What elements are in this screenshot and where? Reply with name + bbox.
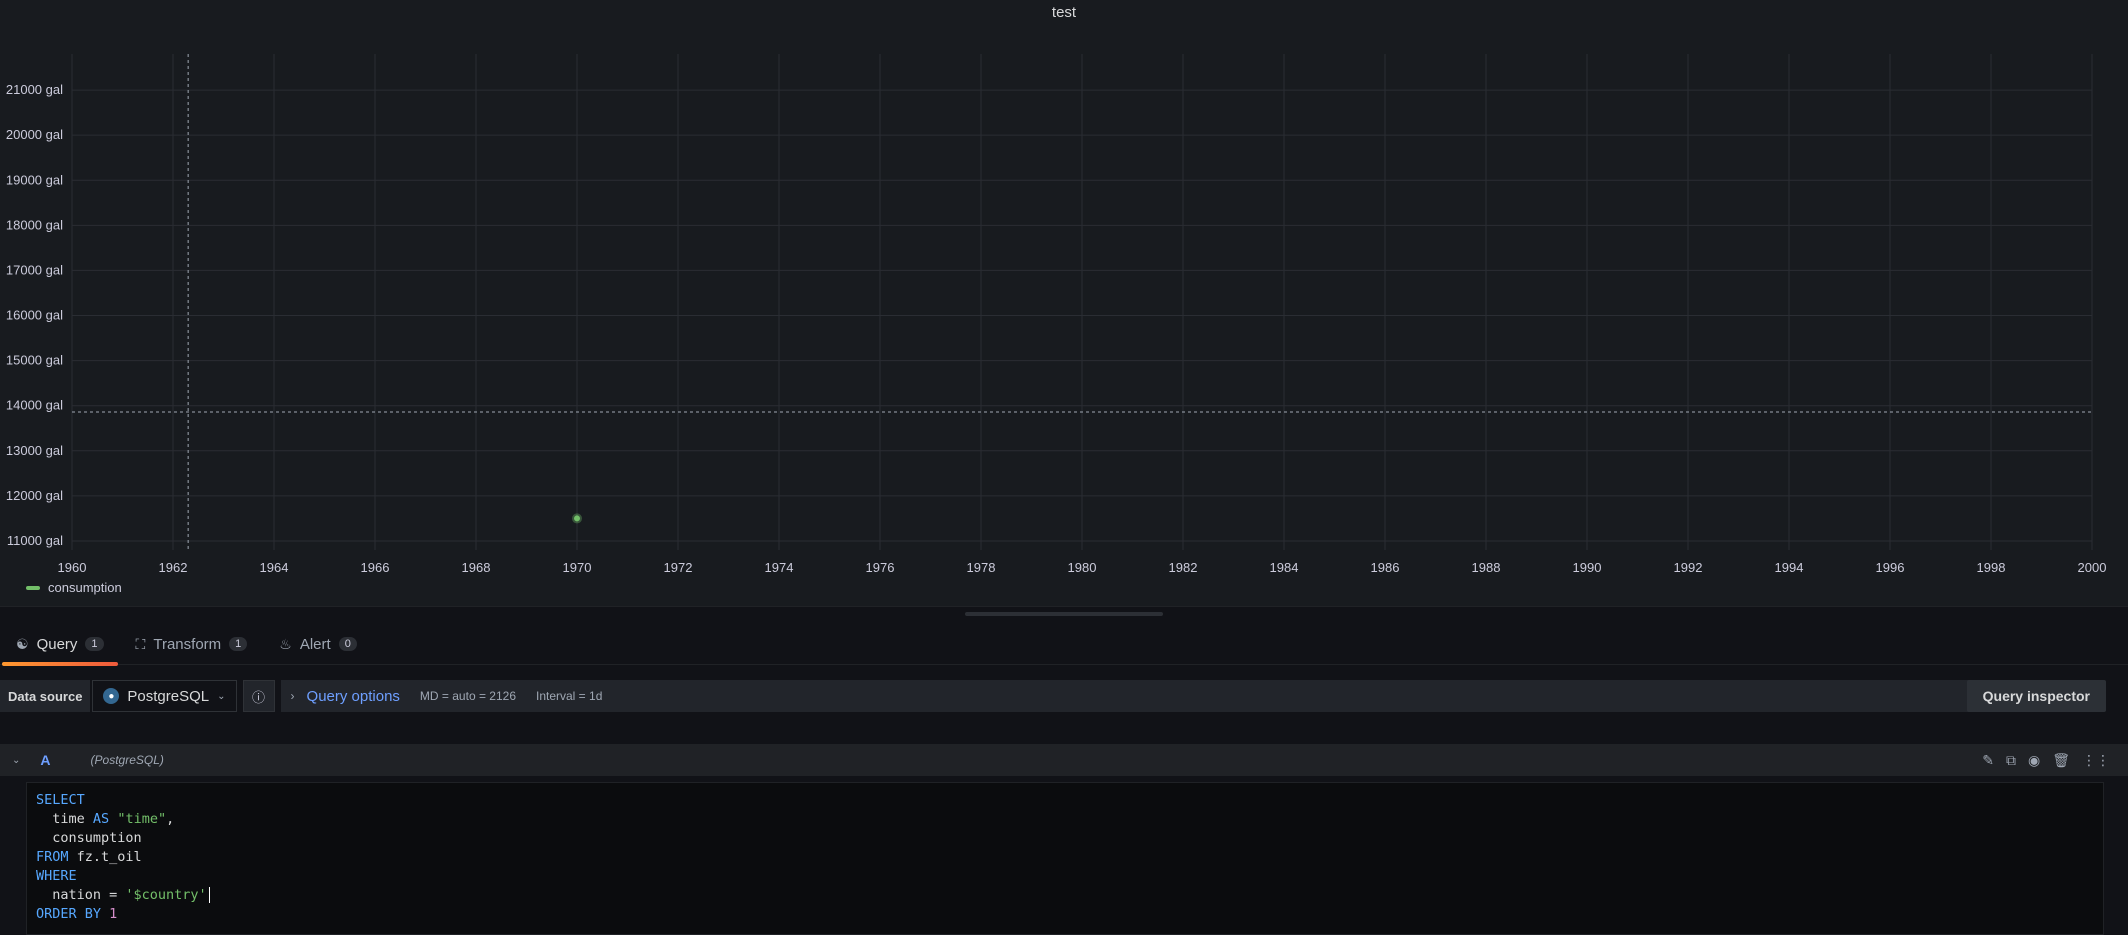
- trash-icon[interactable]: 🗑: [2052, 752, 2070, 769]
- eye-icon[interactable]: ◉: [2028, 752, 2040, 769]
- query-row-actions: ✎ ⧉ ◉ 🗑 ⋮⋮: [1982, 744, 2110, 776]
- x-tick-label: 1964: [260, 560, 289, 575]
- x-tick-label: 1960: [58, 560, 87, 575]
- y-tick-label: 19000 gal: [6, 172, 63, 187]
- panel-resize-handle[interactable]: [965, 612, 1163, 616]
- y-tick-label: 11000 gal: [7, 533, 63, 548]
- sql-keyword: FROM: [36, 849, 69, 865]
- sql-text: consumption: [36, 830, 142, 846]
- sql-keyword: SELECT: [36, 792, 85, 808]
- query-datasource-name: (PostgreSQL): [90, 753, 164, 767]
- y-tick-label: 20000 gal: [6, 127, 63, 142]
- tab-label: Alert: [299, 635, 331, 653]
- sql-keyword: WHERE: [36, 868, 77, 884]
- x-tick-label: 1970: [563, 560, 592, 575]
- x-tick-label: 1994: [1775, 560, 1804, 575]
- sql-string: '$country': [125, 887, 207, 903]
- duplicate-icon[interactable]: ⧉: [2006, 752, 2016, 769]
- editor-tabs: ☯ Query 1 ⛶ Transform 1 ♨ Alert 0: [0, 624, 2128, 666]
- legend-swatch: [26, 585, 40, 590]
- x-tick-label: 1996: [1876, 560, 1905, 575]
- help-icon: ⓘ: [252, 689, 266, 705]
- tab-query[interactable]: ☯ Query 1: [0, 624, 120, 666]
- sql-text: ,: [166, 811, 175, 827]
- y-tick-label: 21000 gal: [6, 82, 63, 97]
- query-options-link[interactable]: Query options: [307, 688, 400, 705]
- code-line: FROM fz.t_oil: [36, 848, 2094, 867]
- y-tick-label: 16000 gal: [6, 308, 63, 323]
- x-tick-label: 1984: [1270, 560, 1299, 575]
- query-toolbar: Data source ● PostgreSQL ⌄ ⓘ › Query opt…: [0, 680, 2128, 712]
- datasource-label: Data source: [0, 680, 91, 712]
- query-inspector-button[interactable]: Query inspector: [1966, 680, 2106, 712]
- x-tick-label: 1980: [1068, 560, 1097, 575]
- code-line: SELECT: [36, 791, 2094, 810]
- sql-text: time: [36, 811, 93, 827]
- x-tick-label: 1986: [1371, 560, 1400, 575]
- chevron-right-icon: ›: [290, 689, 295, 703]
- x-tick-label: 2000: [2078, 560, 2107, 575]
- sql-text: nation =: [36, 887, 126, 903]
- graph-panel: test 1960 1962 1964 1966 1968 1970 1972 1974 197…: [0, 0, 2128, 607]
- transform-icon: ⛶: [135, 635, 146, 652]
- code-line: WHERE: [36, 867, 2094, 886]
- datasource-value: PostgreSQL: [127, 687, 210, 705]
- code-line: time AS "time",: [36, 810, 2094, 829]
- chart-legend: consumption: [26, 580, 122, 595]
- max-datapoints-info: MD = auto = 2126: [419, 689, 516, 703]
- code-line: ORDER BY 1: [36, 905, 2094, 924]
- x-tick-label: 1976: [866, 560, 895, 575]
- tab-label: Query: [36, 635, 78, 653]
- datasource-picker[interactable]: ● PostgreSQL ⌄: [92, 680, 237, 712]
- legend-item-consumption[interactable]: consumption: [48, 580, 122, 595]
- tab-count: 0: [338, 637, 357, 651]
- x-tick-label: 1962: [159, 560, 188, 575]
- y-tick-label: 15000 gal: [6, 353, 63, 368]
- drag-handle-icon[interactable]: ⋮⋮: [2082, 752, 2110, 769]
- sql-text: fz.t_oil: [68, 849, 142, 865]
- tab-alert[interactable]: ♨ Alert 0: [263, 624, 373, 664]
- x-tick-label: 1990: [1573, 560, 1602, 575]
- sql-string: "time": [117, 811, 167, 827]
- tab-label: Transform: [153, 635, 222, 653]
- y-tick-label: 17000 gal: [6, 262, 63, 277]
- x-tick-label: 1978: [967, 560, 996, 575]
- database-icon: ☯: [16, 635, 29, 652]
- edit-icon[interactable]: ✎: [1982, 752, 1994, 769]
- time-series-chart[interactable]: 1960 1962 1964 1966 1968 1970 1972 1974 1976 1978…: [0, 0, 2128, 606]
- sql-number: 1: [109, 906, 118, 922]
- x-tick-label: 1972: [664, 560, 693, 575]
- x-tick-label: 1968: [462, 560, 491, 575]
- sql-keyword: ORDER BY: [36, 906, 102, 922]
- tab-count: 1: [229, 637, 248, 651]
- y-tick-label: 13000 gal: [6, 443, 63, 458]
- bell-icon: ♨: [279, 635, 292, 652]
- query-ref-id[interactable]: A: [40, 752, 50, 768]
- chevron-down-icon: ⌄: [217, 690, 226, 702]
- collapse-chevron-icon[interactable]: ⌄: [12, 755, 20, 766]
- x-tick-label: 1988: [1472, 560, 1501, 575]
- interval-info: Interval = 1d: [536, 689, 603, 703]
- query-options-bar[interactable]: › Query options MD = auto = 2126 Interva…: [280, 680, 1983, 712]
- text-cursor: [208, 887, 210, 903]
- x-tick-label: 1992: [1674, 560, 1703, 575]
- x-tick-label: 1966: [361, 560, 390, 575]
- tab-count: 1: [85, 637, 104, 651]
- y-tick-label: 14000 gal: [6, 398, 63, 413]
- x-tick-label: 1974: [765, 560, 794, 575]
- data-point: [574, 515, 580, 522]
- y-tick-label: 12000 gal: [6, 488, 63, 503]
- x-tick-label: 1982: [1169, 560, 1198, 575]
- x-tick-label: 1998: [1977, 560, 2006, 575]
- sql-code-editor[interactable]: SELECT time AS "time", consumption FROM …: [26, 782, 2104, 935]
- y-tick-label: 18000 gal: [6, 217, 63, 232]
- help-button[interactable]: ⓘ: [242, 680, 275, 712]
- query-header-row: ⌄ A (PostgreSQL) ✎ ⧉ ◉ 🗑 ⋮⋮: [0, 744, 2128, 776]
- tab-transform[interactable]: ⛶ Transform 1: [120, 624, 264, 664]
- code-line: nation = '$country': [36, 886, 2094, 905]
- postgresql-icon: ●: [103, 688, 120, 704]
- code-line: consumption: [36, 829, 2094, 848]
- sql-keyword: AS: [92, 811, 110, 827]
